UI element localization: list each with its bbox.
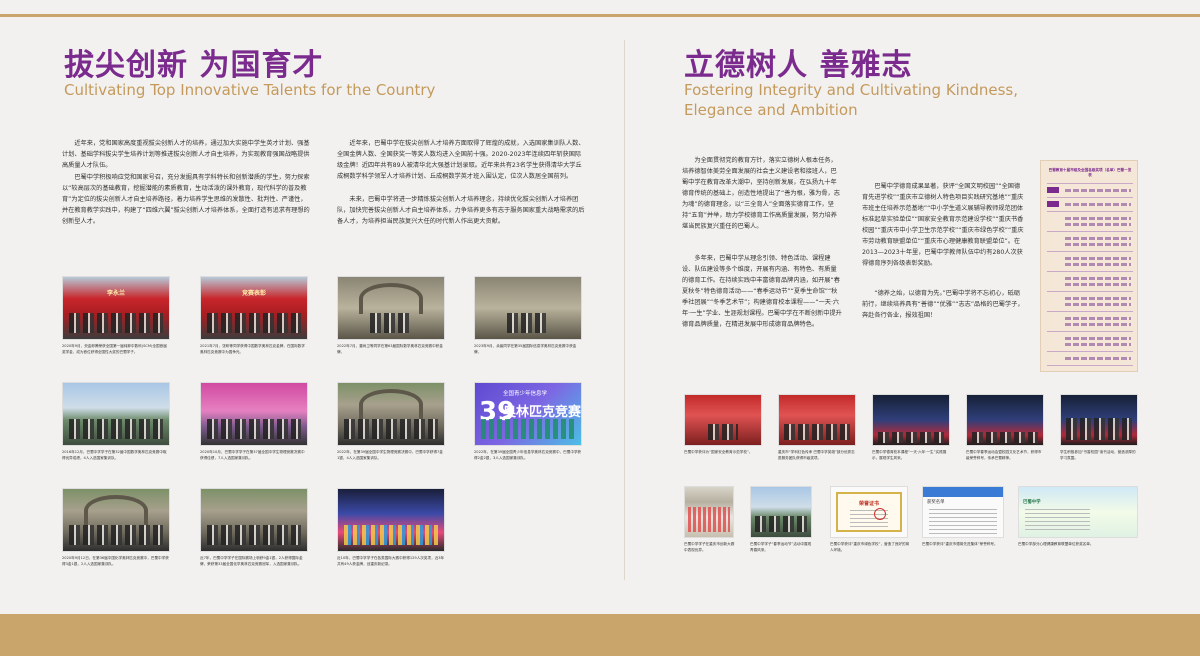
photo-right-2 bbox=[778, 394, 856, 446]
seal-icon bbox=[874, 508, 886, 520]
photo-team-campus-1 bbox=[62, 382, 170, 446]
right-para-4: “德养之始，以德育为先。”巴蜀中学将不忘初心，砥砺前行，继续培养具有“善德”“优… bbox=[862, 290, 1024, 319]
left-title-cn: 拔尖创新 为国育才 bbox=[64, 48, 324, 83]
photo-document: 获奖名单 bbox=[922, 486, 1004, 538]
right-title-en-1: Fostering Integrity and Cultivating Kind… bbox=[684, 81, 1019, 99]
right-title-en-2: Elegance and Ambition bbox=[684, 101, 858, 119]
photo-medal-winners-2 bbox=[474, 276, 582, 340]
left-para-4: 未来，巴蜀中学将进一步精炼拔尖创新人才培养理念，持续优化拔尖创新人才培养团队，加… bbox=[337, 196, 585, 225]
poster-heading: 巴蜀中学 bbox=[1023, 500, 1041, 505]
left-para-3: 近年来，巴蜀中学在拔尖创新人才培养方面取得了辉煌的成就，入选国家集训队人数、全国… bbox=[337, 140, 585, 180]
photo-award-stage bbox=[337, 488, 445, 552]
poster-title: 奥林匹克竞赛 bbox=[503, 405, 582, 420]
banner-text-2: 竞赛表彰 bbox=[241, 290, 267, 298]
photo-right-4 bbox=[966, 394, 1044, 446]
center-divider bbox=[624, 40, 625, 580]
photo-right-5 bbox=[1060, 394, 1138, 446]
caption-right-5: 学生积极参加“书香校园”读书活动，营造浓厚的学习氛围。 bbox=[1060, 450, 1136, 460]
caption-left-2: 2021年7月，张昕等同学获得中国数学奥林匹克金牌，在国际数学奥林匹克竞赛中为国… bbox=[200, 344, 305, 354]
photo-right-1 bbox=[684, 394, 762, 446]
awards-panel-title: 巴蜀教育十届市级及全国各级奖项（名单）巴蜀一览表 bbox=[1048, 168, 1132, 177]
caption-left-11: 近10年，巴蜀中学学子在各类国际大赛中获得129人次奖项，近3年共有49人获金牌… bbox=[337, 556, 445, 566]
right-para-3: 巴蜀中学德育成果显著，获评“全国文明校园”“全国德育先进学校”“重庆市立德树人特… bbox=[862, 183, 1024, 267]
poster-sub-text: 全国青少年信息学 bbox=[503, 391, 548, 397]
photo-award-ceremony-2: 竞赛表彰 bbox=[200, 276, 308, 340]
bottom-gold-bar bbox=[0, 614, 1200, 656]
banner-text-1: 李永兰 bbox=[106, 290, 126, 298]
caption-left-1: 2020年9月，央金郎腾荣获全国第一届纯粹中数科(SCM)全国首届奖学金，成为首… bbox=[62, 344, 167, 354]
caption-right-1: 巴蜀中学获评为“国家安全教育示范学校”。 bbox=[684, 450, 753, 454]
photo-team-gate-1 bbox=[337, 382, 445, 446]
awards-list-panel: 巴蜀教育十届市级及全国各级奖项（名单）巴蜀一览表 bbox=[1040, 160, 1138, 372]
photo-certificate: 荣誉证书 bbox=[830, 486, 908, 538]
caption-left-7: 2022年，在第39届全国中学生物理竞赛决赛中，巴蜀中学获得7金1银，4人入选国… bbox=[337, 450, 443, 460]
left-para-1: 近年来，党和国家高度重视拔尖创新人才的培养，通过加大实施中学生英才计划、强基计划… bbox=[62, 140, 310, 169]
photo-award-ceremony-1: 李永兰 bbox=[62, 276, 170, 340]
caption-right-10: 巴蜀中学部分心理健康教育联盟单位获奖名单。 bbox=[1018, 542, 1094, 546]
photo-right-7 bbox=[750, 486, 812, 538]
caption-left-6: 2020年10月，巴蜀中学学子在第37届全国中学生物理竞赛决赛中获得佳绩，7人入… bbox=[200, 450, 305, 460]
caption-left-10: 近7年，巴蜀中学学子在国际赛场上斩获9金1银，2人获得国际金牌，荣获第33届全国… bbox=[200, 556, 303, 566]
caption-left-9: 2020年9月12日，在第36届中国化学奥林匹克竞赛中，巴蜀中学获得3金1银，2… bbox=[62, 556, 169, 566]
caption-right-8: 巴蜀中学获评“重庆市绿色学校”，营造了良好的育人环境。 bbox=[830, 542, 910, 552]
left-para-2: 巴蜀中学积极响应党和国家号召，充分发掘具有学科特长和创新潜质的学生，努力探索以“… bbox=[62, 174, 310, 225]
photo-medal-winners-1 bbox=[337, 276, 445, 340]
right-para-2: 多年来，巴蜀中学从理念引领、特色活动、课程建设、队伍建设等多个维度，开展有内涵、… bbox=[682, 255, 842, 328]
photo-informatics-olympiad: 全国青少年信息学 39 奥林匹克竞赛 bbox=[474, 382, 582, 446]
caption-right-7: 巴蜀中学学子“春季运动节”活动中展现青春风采。 bbox=[750, 542, 812, 552]
photo-poster: 巴蜀中学 bbox=[1018, 486, 1138, 538]
photo-team-gate-3 bbox=[200, 488, 308, 552]
photo-right-6 bbox=[684, 486, 734, 538]
document-title: 获奖名单 bbox=[927, 500, 945, 505]
photo-team-stage bbox=[200, 382, 308, 446]
caption-right-6: 巴蜀中学学子在重庆市创新大赛中表现优异。 bbox=[684, 542, 735, 552]
caption-right-4: 巴蜀中学春季运动会暨校园文化艺术节，获得市级荣誉称号，传承巴蜀精神。 bbox=[966, 450, 1042, 460]
caption-left-3: 2022年7月，董尚卫等同学在第63届国际数学奥林匹克竞赛中获金牌。 bbox=[337, 344, 443, 354]
caption-left-8: 2022年，在第39届全国青少年信息学奥林匹克竞赛中，巴蜀中学获得2金2银，3人… bbox=[474, 450, 582, 460]
caption-right-9: 巴蜀中学获评“重庆市德育先进集体”荣誉称号。 bbox=[922, 542, 998, 546]
top-gold-line bbox=[0, 14, 1200, 17]
photo-right-3 bbox=[872, 394, 950, 446]
left-title-en: Cultivating Top Innovative Talents for t… bbox=[64, 81, 436, 99]
photo-team-gate-2 bbox=[62, 488, 170, 552]
right-para-1: 为全面贯彻党的教育方针，落实立德树人根本任务，培养德智体美劳全面发展的社会主义建… bbox=[682, 157, 840, 230]
caption-right-3: 巴蜀中学德育校本课程“一天·六年·一生”实践展示，展现学生风采。 bbox=[872, 450, 947, 460]
caption-left-5: 2016年12月，巴蜀中学学子在第32届中国数学奥林匹克竞赛中取得优异成绩，4人… bbox=[62, 450, 167, 460]
right-title-cn: 立德树人 善雅志 bbox=[684, 48, 913, 83]
certificate-title: 荣誉证书 bbox=[858, 501, 879, 507]
caption-left-4: 2023年9月，余宸同学在第35届国际信息学奥林匹克竞赛中获金牌。 bbox=[474, 344, 577, 354]
caption-right-2: 重庆市“学科红色传承 巴蜀中学英雄”部分优秀志愿服务团队获得市级奖项。 bbox=[778, 450, 855, 460]
